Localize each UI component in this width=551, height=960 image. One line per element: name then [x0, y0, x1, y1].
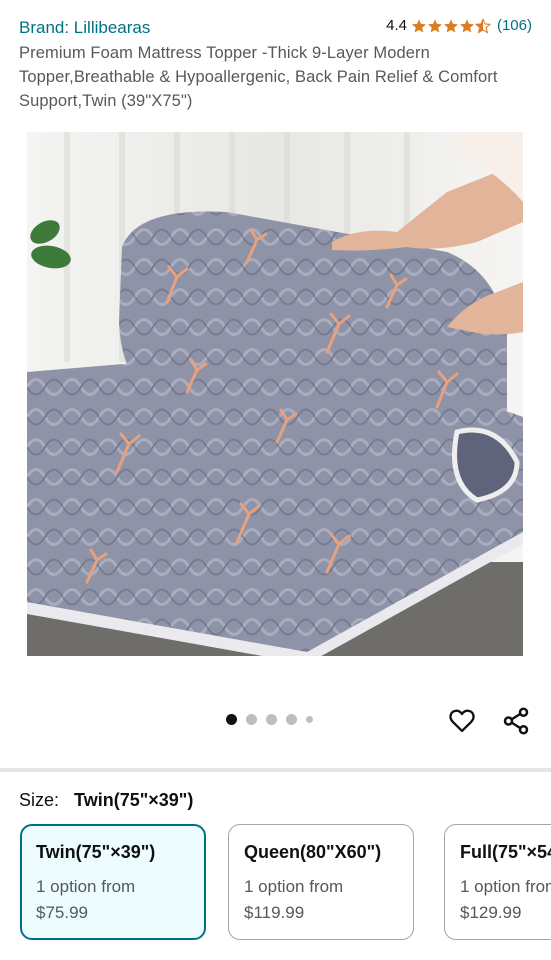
size-options: Twin(75"×39") 1 option from $75.99 Queen… [20, 824, 551, 942]
size-option-price: $129.99 [460, 903, 522, 922]
size-option-name: Full(75"×54") [460, 842, 551, 862]
size-option-availability: 1 option from [36, 877, 136, 896]
size-label: Size: [19, 790, 60, 810]
carousel-dot[interactable] [226, 714, 237, 725]
mattress-topper-photo [27, 132, 523, 656]
size-option-name: Twin(75"×39") [36, 842, 156, 862]
section-divider [0, 768, 551, 772]
star-half-icon [474, 17, 491, 34]
image-carousel-dots [226, 714, 313, 725]
carousel-dot[interactable] [286, 714, 297, 725]
size-option-availability: 1 option from [460, 877, 551, 896]
size-option-twin[interactable]: Twin(75"×39") 1 option from $75.99 [20, 824, 206, 940]
rating-stars [411, 17, 491, 34]
heart-icon[interactable] [448, 707, 476, 735]
carousel-dot[interactable] [306, 716, 313, 723]
product-image[interactable] [27, 132, 523, 656]
rating-value: 4.4 [386, 17, 407, 34]
carousel-dot[interactable] [266, 714, 277, 725]
size-option-price: $119.99 [244, 903, 305, 922]
brand-link[interactable]: Brand: Lillibearas [19, 18, 150, 38]
size-option-name: Queen(80"X60") [244, 842, 382, 862]
star-full-icon [427, 18, 442, 33]
size-option-queen[interactable]: Queen(80"X60") 1 option from $119.99 [228, 824, 414, 940]
selected-size-value: Twin(75"×39") [74, 790, 194, 810]
star-full-icon [411, 18, 426, 33]
star-full-icon [459, 18, 474, 33]
product-title: Premium Foam Mattress Topper -Thick 9-La… [19, 44, 498, 110]
size-option-full[interactable]: Full(75"×54") 1 option from $129.99 [444, 824, 551, 940]
rating-count-link[interactable]: (106) [497, 17, 532, 34]
carousel-dot[interactable] [246, 714, 257, 725]
size-selection-label: Size: Twin(75"×39") [19, 790, 193, 811]
size-option-price: $75.99 [36, 903, 88, 922]
share-icon[interactable] [501, 706, 531, 736]
rating-summary[interactable]: 4.4 (106) [386, 17, 532, 34]
size-option-availability: 1 option from [244, 877, 344, 896]
star-full-icon [443, 18, 458, 33]
